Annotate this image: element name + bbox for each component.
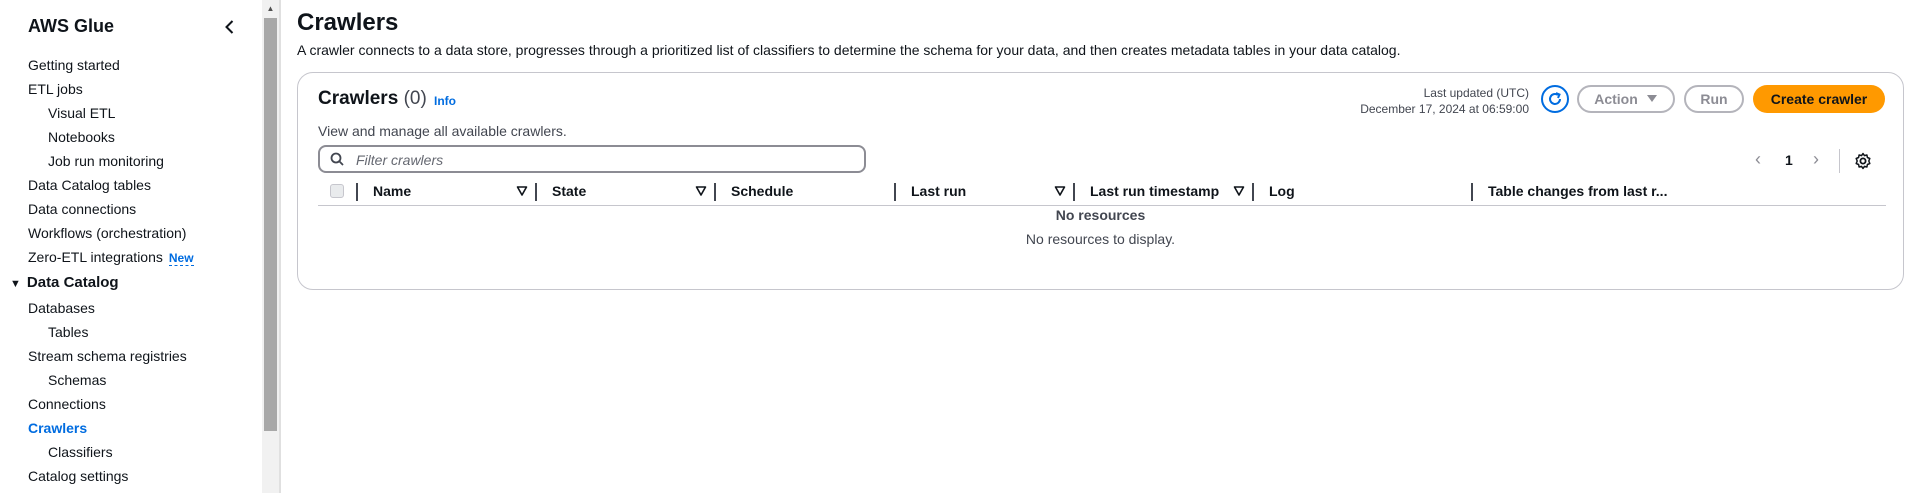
chevron-left-icon (225, 20, 234, 34)
nav-item-classifiers[interactable]: Classifiers (0, 440, 262, 464)
scroll-up-icon[interactable]: ▲ (262, 0, 279, 16)
new-badge: New (168, 251, 194, 266)
column-header-last-run[interactable]: Last run (911, 183, 966, 199)
column-header-table-changes[interactable]: Table changes from last r... (1488, 183, 1667, 199)
column-divider (1471, 183, 1473, 201)
nav-item-data-catalog-tables[interactable]: Data Catalog tables (0, 173, 262, 197)
column-divider (894, 183, 896, 201)
crawlers-table-container: Crawlers (0) Info View and manage all av… (297, 72, 1904, 290)
sidebar-divider (279, 0, 281, 493)
caret-down-icon (1646, 95, 1657, 102)
nav-item-getting-started[interactable]: Getting started (0, 53, 262, 77)
action-label: Action (1594, 91, 1638, 107)
section-label: Data Catalog (26, 274, 119, 291)
last-updated: Last updated (UTC) December 17, 2024 at … (1360, 85, 1529, 117)
nav-item-schemas[interactable]: Schemas (0, 368, 262, 392)
nav-item-stream-schema-registries[interactable]: Stream schema registries (0, 344, 262, 368)
nav-item-connections[interactable]: Connections (0, 392, 262, 416)
nav-item-workflows[interactable]: Workflows (orchestration) (0, 221, 262, 245)
sort-icon[interactable] (516, 185, 528, 197)
refresh-icon (1549, 92, 1561, 105)
action-dropdown-button[interactable]: Action (1577, 85, 1675, 113)
info-link[interactable]: Info (434, 94, 456, 108)
column-divider (356, 183, 358, 201)
nav-item-crawlers[interactable]: Crawlers (0, 416, 262, 440)
sidebar-title[interactable]: AWS Glue (28, 16, 114, 37)
column-divider (1252, 183, 1254, 201)
card-title-text: Crawlers (318, 88, 399, 109)
nav-item-data-connections[interactable]: Data connections (0, 197, 262, 221)
nav-item-job-run-monitoring[interactable]: Job run monitoring (0, 149, 262, 173)
nav-item-label: Zero-ETL integrations (28, 249, 163, 265)
column-header-last-run-timestamp[interactable]: Last run timestamp (1090, 183, 1219, 199)
column-divider (714, 183, 716, 201)
refresh-button[interactable] (1541, 85, 1569, 113)
sort-icon[interactable] (695, 185, 707, 197)
empty-state-title: No resources (1055, 207, 1146, 223)
section-data-catalog[interactable]: ▼ Data Catalog (0, 270, 262, 296)
last-updated-value: December 17, 2024 at 06:59:00 (1360, 102, 1529, 116)
gear-icon[interactable] (1854, 152, 1872, 170)
sort-icon[interactable] (1054, 185, 1066, 197)
page-description: A crawler connects to a data store, prog… (297, 42, 1401, 58)
column-header-schedule[interactable]: Schedule (731, 183, 793, 199)
nav-item-catalog-settings[interactable]: Catalog settings (0, 464, 262, 488)
filter-crawlers-field[interactable] (318, 145, 866, 173)
last-updated-label: Last updated (UTC) (1423, 86, 1529, 100)
crawler-count: (0) (403, 88, 427, 109)
filter-crawlers-input[interactable] (354, 150, 858, 170)
create-crawler-button[interactable]: Create crawler (1753, 85, 1885, 113)
sort-icon[interactable] (1233, 185, 1245, 197)
column-header-name[interactable]: Name (373, 183, 411, 199)
collapse-sidebar-button[interactable] (220, 17, 240, 37)
card-title: Crawlers (0) (318, 88, 427, 110)
pagination: ‹ 1 › (1755, 149, 1915, 173)
pager-divider (1839, 149, 1840, 173)
column-divider (1073, 183, 1075, 201)
scroll-thumb[interactable] (264, 18, 277, 431)
search-icon (330, 152, 344, 166)
chevron-right-icon[interactable]: › (1813, 149, 1819, 170)
page-number[interactable]: 1 (1785, 152, 1793, 168)
column-header-state[interactable]: State (552, 183, 586, 199)
caret-down-icon: ▼ (10, 278, 21, 290)
table-header-row: Name State Schedule Last run Last run ti… (318, 181, 1886, 206)
nav-item-zero-etl[interactable]: Zero-ETL integrations New (0, 245, 262, 269)
column-divider (535, 183, 537, 201)
nav-item-etl-jobs[interactable]: ETL jobs (0, 77, 262, 101)
sidebar-scrollbar[interactable]: ▲ (262, 0, 279, 493)
empty-state-description: No resources to display. (1025, 231, 1176, 247)
nav-item-notebooks[interactable]: Notebooks (0, 125, 262, 149)
side-navigation: AWS Glue Getting started ETL jobs Visual… (0, 0, 262, 493)
run-button[interactable]: Run (1684, 85, 1744, 113)
nav-item-databases[interactable]: Databases (0, 296, 262, 320)
nav-list: Getting started ETL jobs Visual ETL Note… (0, 53, 262, 488)
page-title: Crawlers (297, 9, 399, 36)
nav-item-visual-etl[interactable]: Visual ETL (0, 101, 262, 125)
nav-item-tables[interactable]: Tables (0, 320, 262, 344)
card-description: View and manage all available crawlers. (318, 123, 567, 139)
select-all-checkbox[interactable] (330, 184, 344, 198)
column-header-log[interactable]: Log (1269, 183, 1295, 199)
chevron-left-icon[interactable]: ‹ (1755, 149, 1761, 170)
